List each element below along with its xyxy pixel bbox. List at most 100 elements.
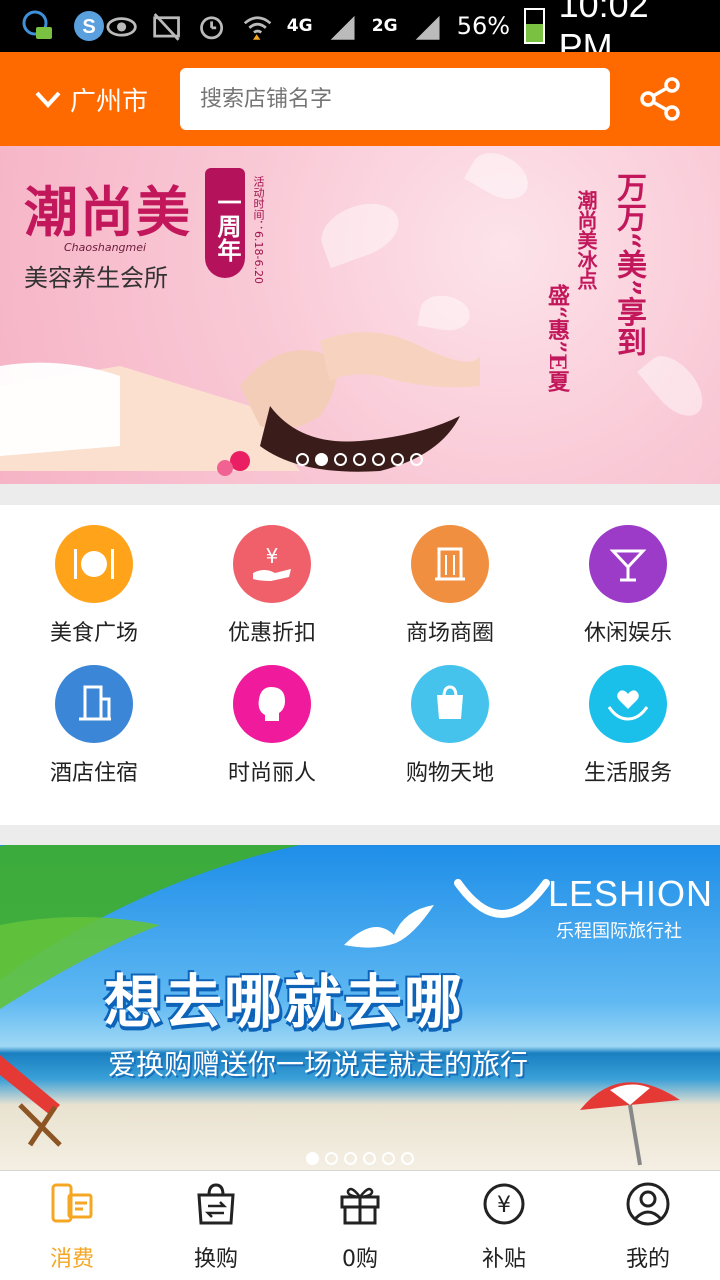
city-selector[interactable]: 广州市	[0, 81, 180, 118]
nav-label: 换购	[193, 1247, 238, 1272]
shopping-bag-icon	[411, 665, 489, 743]
anniversary-tag: 一周年	[205, 168, 245, 278]
app-header: 广州市	[0, 52, 720, 146]
category-shopping[interactable]: 购物天地	[360, 645, 540, 786]
category-life-service[interactable]: 生活服务	[538, 645, 718, 786]
carousel-dot[interactable]	[382, 1152, 395, 1165]
bottom-navigation: 消费 换购 0购 ¥ 补贴 我的	[0, 1170, 720, 1280]
dining-icon	[55, 525, 133, 603]
category-leisure[interactable]: 休闲娱乐	[538, 505, 718, 646]
seagull-illustration	[344, 905, 434, 948]
nav-label: 0购	[342, 1247, 378, 1272]
exchange-bag-icon	[197, 1183, 235, 1225]
discount-icon: ¥	[233, 525, 311, 603]
carousel-dot[interactable]	[306, 1152, 319, 1165]
banner-slogan: 万万“美”享到	[611, 172, 646, 357]
category-mall[interactable]: 商场商圈	[360, 505, 540, 646]
category-hotel[interactable]: 酒店住宿	[4, 645, 184, 786]
banner-slogan: 潮尚美冰点	[574, 190, 598, 290]
beach-chair-illustration	[0, 1055, 62, 1147]
network-type-label: 2G	[371, 16, 398, 36]
carousel-dot[interactable]	[325, 1152, 338, 1165]
beauty-icon	[233, 665, 311, 743]
carousel-dot[interactable]	[344, 1152, 357, 1165]
spa-model-illustration	[0, 332, 480, 476]
carousel-dot[interactable]	[391, 453, 404, 466]
petal-decoration	[464, 146, 536, 209]
carousel-dot[interactable]	[363, 1152, 376, 1165]
svg-text:S: S	[82, 16, 95, 38]
banner-slogan: 盛“惠”E夏	[544, 284, 570, 393]
event-date: 活动时间：6.18-6.20	[252, 176, 265, 284]
logo-subtitle: 乐程国际旅行社	[556, 921, 682, 942]
nav-tab-consume[interactable]: 消费	[0, 1171, 144, 1280]
carousel-dot[interactable]	[410, 453, 423, 466]
travel-slogan: 爱换购赠送你一场说走就走的旅行	[108, 1048, 529, 1081]
svg-text:¥: ¥	[497, 1193, 511, 1218]
city-label: 广州市	[70, 86, 149, 117]
promo-banner-travel[interactable]: LESHION 乐程国际旅行社 想去哪就去哪 爱换购赠送你一场说走就走的旅行	[0, 845, 720, 1170]
network-type-label: 4G	[286, 16, 313, 36]
carousel-dots[interactable]	[306, 1152, 414, 1165]
category-label: 休闲娱乐	[583, 621, 672, 646]
carousel-dot[interactable]	[315, 453, 328, 466]
nav-tab-subsidy[interactable]: ¥ 补贴	[432, 1171, 576, 1280]
cocktail-icon	[589, 525, 667, 603]
category-dining[interactable]: 美食广场	[4, 505, 184, 646]
carousel-dots[interactable]	[296, 453, 423, 466]
logo-wordmark: LESHION	[548, 873, 714, 914]
category-grid: 美食广场 ¥ 优惠折扣 商场商圈 休闲娱乐 酒店住宿 时尚丽人 购物天地 生活服…	[0, 505, 720, 825]
status-bar: S 4G 2G 56% 10:02 PM	[0, 0, 720, 67]
category-label: 优惠折扣	[227, 621, 316, 646]
chat-notification-icon	[22, 10, 52, 39]
nfc-off-icon	[153, 13, 181, 41]
yen-coin-icon: ¥	[483, 1183, 525, 1225]
category-discount[interactable]: ¥ 优惠折扣	[182, 505, 362, 646]
alarm-icon	[200, 16, 224, 40]
phone-card-icon	[51, 1183, 93, 1223]
travel-agency-logo: LESHION 乐程国际旅行社	[448, 873, 713, 943]
carousel-dot[interactable]	[334, 453, 347, 466]
category-label: 商场商圈	[405, 621, 494, 646]
travel-headline: 想去哪就去哪	[104, 968, 465, 1036]
wifi-icon	[243, 16, 271, 40]
battery-percent: 56%	[456, 12, 511, 40]
carousel-dot[interactable]	[401, 1152, 414, 1165]
spa-brand-title: 潮尚美	[24, 180, 192, 244]
share-icon[interactable]	[636, 75, 684, 123]
nav-label: 我的	[625, 1247, 670, 1272]
svg-text:¥: ¥	[266, 544, 279, 568]
category-label: 美食广场	[49, 621, 138, 646]
battery-level	[526, 24, 543, 42]
promo-banner-spa[interactable]: 潮尚美 Chaoshangmei 美容养生会所 一周年 活动时间：6.18-6.…	[0, 146, 720, 484]
nav-tab-mine[interactable]: 我的	[576, 1171, 720, 1280]
carousel-dot[interactable]	[296, 453, 309, 466]
hotel-icon	[55, 665, 133, 743]
signal-icon	[330, 15, 355, 40]
category-label: 时尚丽人	[227, 761, 316, 786]
carousel-dot[interactable]	[372, 453, 385, 466]
nav-label: 补贴	[481, 1247, 526, 1272]
chevron-down-icon	[35, 91, 61, 108]
battery-icon	[524, 8, 545, 44]
petal-decoration	[313, 193, 407, 269]
eye-icon	[106, 17, 137, 37]
spa-brand-subtitle: 美容养生会所	[24, 264, 168, 292]
spa-brand-logo: 潮尚美 Chaoshangmei 美容养生会所	[24, 168, 192, 293]
heart-hands-icon	[589, 665, 667, 743]
nav-tab-zero-buy[interactable]: 0购	[288, 1171, 432, 1280]
gift-icon	[340, 1187, 380, 1225]
carousel-dot[interactable]	[353, 453, 366, 466]
mall-icon	[411, 525, 489, 603]
category-label: 购物天地	[405, 761, 494, 786]
category-label: 生活服务	[583, 761, 672, 786]
profile-icon	[626, 1182, 670, 1226]
browser-s-icon: S	[74, 11, 104, 41]
beach-umbrella-illustration	[580, 1082, 680, 1166]
search-input[interactable]	[180, 68, 610, 130]
category-beauty[interactable]: 时尚丽人	[182, 645, 362, 786]
petal-decoration	[637, 346, 713, 426]
nav-tab-exchange[interactable]: 换购	[144, 1171, 288, 1280]
category-label: 酒店住宿	[49, 761, 138, 786]
signal-icon	[415, 15, 440, 40]
